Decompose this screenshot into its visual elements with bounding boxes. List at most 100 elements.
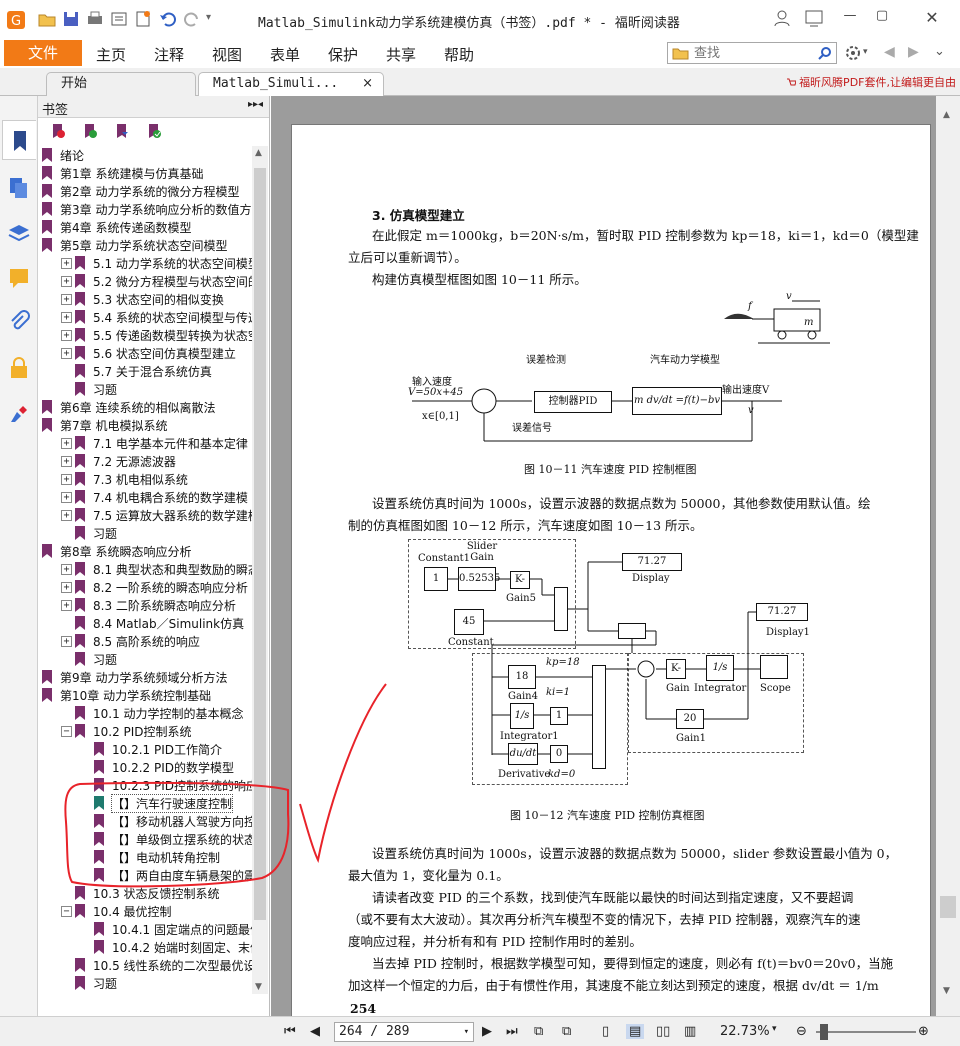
zoom-level[interactable]: 22.73%	[720, 1024, 770, 1039]
zoom-out-icon[interactable]: ⊖	[796, 1024, 807, 1039]
bookmark-item[interactable]: 【】单级倒立摆系统的状态反	[38, 830, 252, 848]
bookmark-item[interactable]: +5.1 动力学系统的状态空间模型	[38, 254, 252, 272]
nav-back-icon[interactable]: ◀	[884, 44, 895, 60]
expand-toggle-icon[interactable]: +	[61, 276, 72, 287]
tab-close-icon[interactable]: ×	[362, 73, 373, 95]
expand-toggle-icon[interactable]: +	[61, 258, 72, 269]
menu-protect[interactable]: 保护	[328, 44, 358, 65]
tab-start[interactable]: 开始	[46, 72, 196, 96]
scroll-down-icon[interactable]: ▼	[255, 982, 262, 992]
bookmark-item[interactable]: − 10.4 最优控制	[38, 902, 252, 920]
doc-scroll-up-icon[interactable]: ▲	[943, 110, 950, 120]
new-doc-icon[interactable]	[134, 10, 152, 30]
search-icon[interactable]	[818, 46, 832, 60]
promo-link[interactable]: 福昕风腾PDF套件,让编辑更自由	[786, 74, 956, 90]
expand-toggle-icon[interactable]: +	[61, 636, 72, 647]
document-viewport[interactable]: 3. 仿真模型建立 在此假定 m＝1000kg，b＝20N·s/m，暂时取 PI…	[271, 96, 936, 1020]
continuous-facing-icon[interactable]: ▥	[684, 1024, 696, 1039]
properties-icon[interactable]	[110, 10, 128, 30]
bookmark-item[interactable]: +8.3 二阶系统瞬态响应分析	[38, 596, 252, 614]
expand-toggle-icon[interactable]: +	[61, 600, 72, 611]
expand-bookmark-icon[interactable]	[146, 123, 162, 139]
settings-gear-icon[interactable]	[844, 44, 862, 62]
maximize-button[interactable]: ▢	[870, 8, 894, 28]
minimize-button[interactable]: —	[838, 8, 862, 28]
document-scrollbar[interactable]: ▲ ▼	[936, 96, 960, 1016]
ribbon-collapse-icon[interactable]: ⌄	[934, 44, 945, 59]
page-number-input[interactable]: 264 / 289 ▾	[334, 1022, 474, 1042]
redo-icon[interactable]	[182, 10, 202, 30]
expand-toggle-icon[interactable]: +	[61, 510, 72, 521]
bookmark-item[interactable]: +5.2 微分方程模型与状态空间的关	[38, 272, 252, 290]
bookmark-item[interactable]: +5.5 传递函数模型转换为状态空间	[38, 326, 252, 344]
bookmark-item[interactable]: +8.1 典型状态和典型数励的瞬态响	[38, 560, 252, 578]
comments-panel-icon[interactable]	[7, 266, 31, 290]
bookmark-item[interactable]: 10.4.1 固定端点的问题最优	[38, 920, 252, 938]
prev-page-icon[interactable]: ◀	[310, 1024, 320, 1039]
previous-view-icon[interactable]: ⧉	[534, 1024, 543, 1039]
doc-scroll-thumb[interactable]	[940, 896, 956, 918]
bookmark-item[interactable]: 第8章 系统瞬态响应分析	[38, 542, 252, 560]
customize-dropdown-icon[interactable]: ▾	[206, 12, 211, 23]
doc-scroll-down-icon[interactable]: ▼	[943, 986, 950, 996]
bookmark-item[interactable]: +7.5 运算放大器系统的数学建模	[38, 506, 252, 524]
attachments-panel-icon[interactable]	[7, 310, 31, 334]
continuous-page-icon[interactable]: ▤	[626, 1024, 645, 1039]
delete-bookmark-icon[interactable]	[50, 123, 66, 139]
expand-toggle-icon[interactable]: +	[61, 474, 72, 485]
bookmark-panel-tab[interactable]	[2, 120, 36, 160]
first-page-icon[interactable]: ⏮	[284, 1024, 296, 1039]
bookmark-item[interactable]: 第1章 系统建模与仿真基础	[38, 164, 252, 182]
display-mode-icon[interactable]	[804, 8, 824, 28]
menu-help[interactable]: 帮助	[444, 44, 474, 65]
promote-bookmark-icon[interactable]	[114, 123, 130, 139]
zoom-in-icon[interactable]: ⊕	[918, 1024, 929, 1039]
expand-toggle-icon[interactable]: +	[61, 456, 72, 467]
bookmark-item[interactable]: 第4章 系统传递函数模型	[38, 218, 252, 236]
open-folder-icon[interactable]	[38, 10, 56, 30]
menu-home[interactable]: 主页	[96, 44, 126, 65]
nav-forward-icon[interactable]: ▶	[908, 44, 919, 60]
expand-toggle-icon[interactable]: +	[61, 492, 72, 503]
bookmark-item[interactable]: 10.2.3 PID控制系统的响应分	[38, 776, 252, 794]
page-dropdown-icon[interactable]: ▾	[464, 1023, 469, 1041]
expand-toggle-icon[interactable]: +	[61, 348, 72, 359]
zoom-dropdown-icon[interactable]: ▾	[772, 1024, 777, 1034]
zoom-slider-track[interactable]	[816, 1031, 916, 1033]
file-menu-button[interactable]: 文件	[4, 40, 82, 66]
bookmark-item[interactable]: 习题	[38, 650, 252, 668]
close-window-button[interactable]: ✕	[920, 8, 944, 28]
bookmark-scrollbar[interactable]: ▲ ▼	[252, 146, 268, 994]
menu-share[interactable]: 共享	[386, 44, 416, 65]
settings-dropdown-icon[interactable]: ▾	[863, 47, 868, 57]
search-folder-icon[interactable]	[672, 45, 690, 61]
signature-panel-icon[interactable]	[7, 402, 31, 426]
save-icon[interactable]	[62, 10, 80, 30]
bookmark-item[interactable]: 习题	[38, 380, 252, 398]
single-page-icon[interactable]: ▯	[602, 1024, 609, 1039]
collapse-toggle-icon[interactable]: −	[61, 726, 72, 737]
bookmark-item[interactable]: 第10章 动力学系统控制基础	[38, 686, 252, 704]
user-icon[interactable]	[772, 8, 792, 28]
bookmark-item[interactable]: +5.3 状态空间的相似变换	[38, 290, 252, 308]
search-input[interactable]	[694, 45, 814, 61]
pages-panel-icon[interactable]	[7, 176, 31, 200]
bookmark-item[interactable]: 10.1 动力学控制的基本概念	[38, 704, 252, 722]
print-icon[interactable]	[86, 10, 104, 30]
bookmark-item[interactable]: +5.6 状态空间仿真模型建立	[38, 344, 252, 362]
foxit-logo-icon[interactable]: G	[6, 10, 26, 30]
bookmark-item[interactable]: 10.5 线性系统的二次型最优设计	[38, 956, 252, 974]
collapse-toggle-icon[interactable]: −	[61, 906, 72, 917]
next-page-icon[interactable]: ▶	[482, 1024, 492, 1039]
zoom-slider-handle[interactable]	[820, 1024, 828, 1040]
bookmark-item[interactable]: 第6章 连续系统的相似离散法	[38, 398, 252, 416]
bookmark-item[interactable]: 习题	[38, 524, 252, 542]
bookmark-item[interactable]: +7.2 无源滤波器	[38, 452, 252, 470]
expand-toggle-icon[interactable]: +	[61, 438, 72, 449]
tab-document[interactable]: Matlab_Simuli... ×	[198, 72, 384, 96]
bookmark-item[interactable]: +8.2 一阶系统的瞬态响应分析	[38, 578, 252, 596]
expand-toggle-icon[interactable]: +	[61, 294, 72, 305]
bookmark-item[interactable]: +7.3 机电相似系统	[38, 470, 252, 488]
expand-toggle-icon[interactable]: +	[61, 564, 72, 575]
bookmark-item[interactable]: − 10.2 PID控制系统	[38, 722, 252, 740]
